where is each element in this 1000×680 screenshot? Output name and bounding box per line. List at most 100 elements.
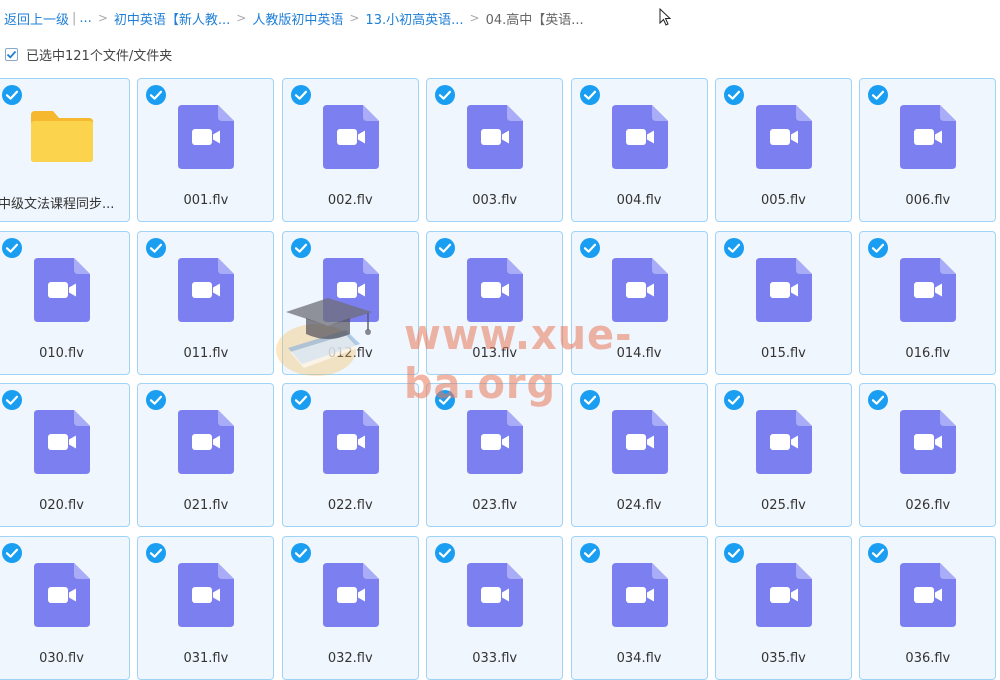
video-file-icon xyxy=(900,105,957,169)
file-item[interactable]: 011.flv xyxy=(137,230,275,375)
breadcrumb-divider: | xyxy=(72,10,77,26)
selected-check-icon[interactable] xyxy=(435,85,456,105)
file-name: 002.flv xyxy=(327,193,373,208)
file-item[interactable]: 024.flv xyxy=(570,383,708,528)
video-file-icon xyxy=(900,562,957,627)
file-item[interactable]: 010.flv xyxy=(0,230,130,375)
video-file-icon xyxy=(611,257,668,322)
file-item[interactable]: 031.flv xyxy=(137,535,275,680)
selected-check-icon[interactable] xyxy=(579,85,600,105)
video-file-icon xyxy=(467,105,524,169)
selected-check-icon[interactable] xyxy=(146,542,167,563)
video-file-icon xyxy=(322,562,379,627)
video-file-icon xyxy=(34,562,90,627)
file-item[interactable]: 002.flv xyxy=(281,78,419,222)
file-item[interactable]: 005.flv xyxy=(714,78,852,222)
selected-check-icon[interactable] xyxy=(723,85,744,105)
file-item[interactable]: 003.flv xyxy=(426,78,564,222)
selected-check-icon[interactable] xyxy=(435,390,456,411)
file-name: 015.flv xyxy=(761,345,806,361)
file-item[interactable]: 032.flv xyxy=(281,535,419,680)
breadcrumb-item[interactable]: 人教版初中英语 xyxy=(252,9,343,28)
file-item[interactable]: 021.flv xyxy=(137,383,275,528)
selected-check-icon[interactable] xyxy=(868,85,889,105)
selected-check-icon[interactable] xyxy=(290,237,311,258)
file-name: 036.flv xyxy=(905,650,951,666)
folder-item[interactable]: 中级文法课程同步... xyxy=(0,78,130,222)
selected-check-icon[interactable] xyxy=(435,237,456,258)
selected-check-icon[interactable] xyxy=(723,237,744,258)
file-name: 021.flv xyxy=(183,498,229,514)
breadcrumb-item[interactable]: 13.小初高英语... xyxy=(365,9,463,28)
chevron-right-icon: > xyxy=(349,11,360,25)
selected-check-icon[interactable] xyxy=(868,237,889,258)
file-name: 005.flv xyxy=(761,193,806,208)
file-item[interactable]: 016.flv xyxy=(859,230,997,375)
breadcrumb-ellipsis[interactable]: ... xyxy=(79,11,91,26)
selected-check-icon[interactable] xyxy=(2,85,22,105)
file-item[interactable]: 036.flv xyxy=(859,535,997,680)
file-item[interactable]: 034.flv xyxy=(570,535,708,680)
video-file-icon xyxy=(322,257,379,322)
chevron-right-icon: > xyxy=(236,11,247,25)
video-file-icon xyxy=(467,410,524,475)
selected-check-icon[interactable] xyxy=(146,390,167,411)
file-name: 023.flv xyxy=(472,498,518,514)
video-file-icon xyxy=(34,257,90,322)
selected-check-icon[interactable] xyxy=(579,542,600,563)
selected-check-icon[interactable] xyxy=(868,542,889,563)
chevron-right-icon: > xyxy=(97,11,108,25)
selected-check-icon[interactable] xyxy=(146,85,167,105)
file-item[interactable]: 026.flv xyxy=(859,383,997,528)
selected-check-icon[interactable] xyxy=(435,542,456,563)
selected-check-icon[interactable] xyxy=(2,237,22,258)
file-item[interactable]: 030.flv xyxy=(0,535,130,680)
selected-check-icon[interactable] xyxy=(579,390,600,411)
selected-check-icon[interactable] xyxy=(146,237,167,258)
file-name: 022.flv xyxy=(327,498,373,514)
video-file-icon xyxy=(178,105,235,169)
mouse-cursor-icon xyxy=(659,8,671,26)
selected-check-icon[interactable] xyxy=(290,542,311,563)
file-name: 024.flv xyxy=(616,498,662,514)
file-item[interactable]: 001.flv xyxy=(137,78,275,222)
video-file-icon xyxy=(755,105,812,169)
file-item[interactable]: 013.flv xyxy=(426,230,564,375)
video-file-icon xyxy=(755,562,812,627)
file-item[interactable]: 023.flv xyxy=(426,383,564,528)
selected-check-icon[interactable] xyxy=(290,85,311,105)
selected-check-icon[interactable] xyxy=(723,542,744,563)
file-name: 中级文法课程同步... xyxy=(0,197,115,212)
breadcrumb-item[interactable]: 初中英语【新人教... xyxy=(114,9,230,28)
file-item[interactable]: 012.flv xyxy=(281,230,419,375)
check-icon xyxy=(6,50,17,59)
file-item[interactable]: 004.flv xyxy=(570,78,708,222)
selected-check-icon[interactable] xyxy=(290,390,311,411)
file-item[interactable]: 035.flv xyxy=(714,535,852,680)
file-item[interactable]: 025.flv xyxy=(714,383,852,528)
file-name: 035.flv xyxy=(761,650,806,666)
file-name: 033.flv xyxy=(472,650,518,666)
select-all-checkbox[interactable] xyxy=(5,47,18,61)
file-item[interactable]: 022.flv xyxy=(281,383,419,528)
video-file-icon xyxy=(34,410,90,475)
video-file-icon xyxy=(322,105,379,169)
breadcrumb: 返回上一级 | ... > 初中英语【新人教... > 人教版初中英语 > 13… xyxy=(0,0,1000,36)
selected-check-icon[interactable] xyxy=(723,390,744,411)
selected-check-icon[interactable] xyxy=(868,390,889,411)
file-item[interactable]: 033.flv xyxy=(426,535,564,680)
file-item[interactable]: 006.flv xyxy=(859,78,997,222)
file-name: 004.flv xyxy=(616,193,662,208)
file-name: 011.flv xyxy=(183,345,229,361)
video-file-icon xyxy=(611,562,668,627)
file-item[interactable]: 014.flv xyxy=(570,230,708,375)
selected-check-icon[interactable] xyxy=(2,542,22,563)
file-name: 010.flv xyxy=(39,345,84,361)
file-name: 006.flv xyxy=(905,193,951,208)
back-link[interactable]: 返回上一级 xyxy=(4,9,69,28)
selected-check-icon[interactable] xyxy=(579,237,600,258)
video-file-icon xyxy=(467,562,524,627)
file-item[interactable]: 015.flv xyxy=(714,230,852,375)
selected-check-icon[interactable] xyxy=(2,390,22,411)
file-item[interactable]: 020.flv xyxy=(0,383,130,528)
